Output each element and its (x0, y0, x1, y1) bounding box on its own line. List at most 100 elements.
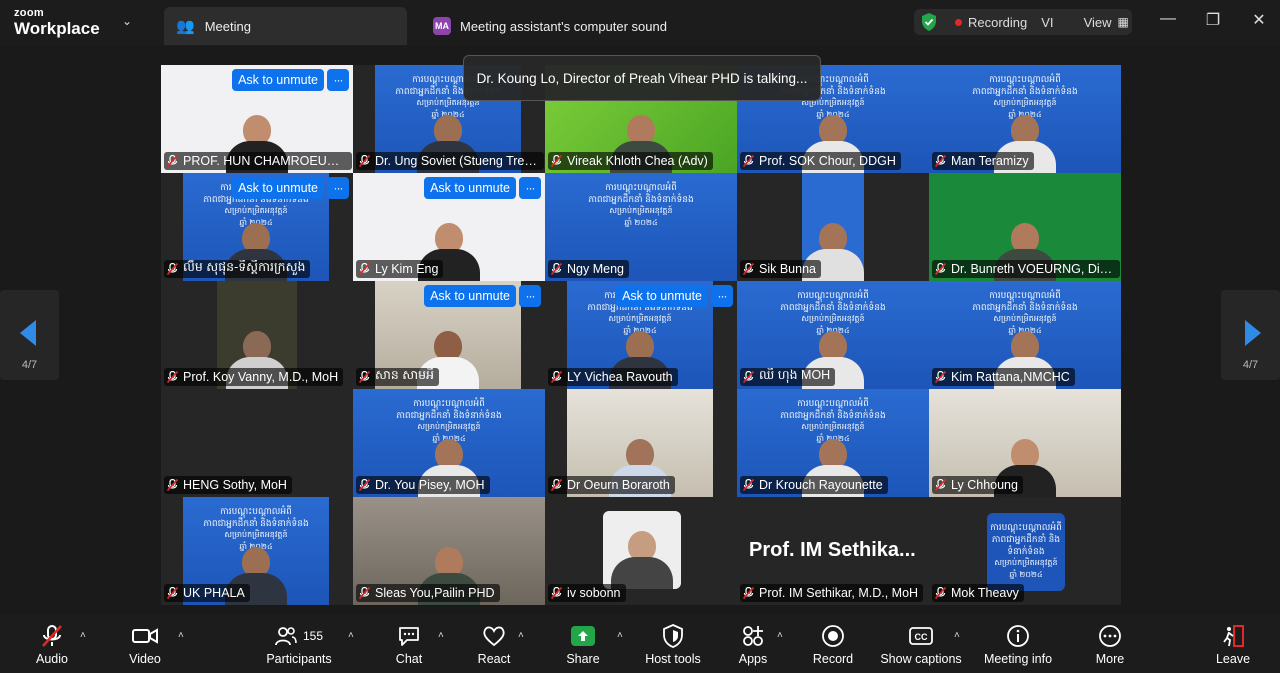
apps-options-chevron-icon[interactable]: ˄ (777, 630, 783, 641)
banner-line-2: ភាពជាអ្នកដឹកនាំ និងទំនាក់ទំនង (203, 518, 309, 528)
tile-more-options-icon[interactable]: ··· (327, 69, 349, 91)
grid-view-icon[interactable]: ▦ (1118, 15, 1129, 29)
participant-tile[interactable]: ការបណ្តុះបណ្តាលអំពីភាពជាអ្នកដឹកនាំ និងទំ… (737, 389, 929, 497)
banner-line-1: ការបណ្តុះបណ្តាលអំពី (797, 398, 869, 408)
participant-name-tag: Dr Oeurn Boraroth (548, 476, 675, 494)
participant-tile[interactable]: Ask to unmute ··· Ly Kim Eng (353, 173, 545, 281)
view-button[interactable]: View (1084, 15, 1112, 30)
meeting-info-button[interactable]: Meeting info (980, 622, 1056, 666)
next-page-button[interactable]: 4/7 (1221, 290, 1280, 380)
video-button[interactable]: Video (121, 622, 169, 666)
page-indicator-right: 4/7 (1242, 359, 1259, 371)
tile-more-options-icon[interactable]: ··· (519, 177, 541, 199)
minimize-icon[interactable]: — (1156, 10, 1180, 28)
participant-name-tag: សាន សាមអី (356, 368, 440, 386)
participant-tile[interactable]: ការបណ្តុះបណ្តាលអំពីភាពជាអ្នកដឹកនាំ និងទំ… (737, 281, 929, 389)
participant-name-tag: iv sobonn (548, 584, 626, 602)
banner-line-2: ភាពជាអ្នកដឹកនាំ និងទំនាក់ទំនង (972, 302, 1078, 312)
shield-check-icon[interactable] (921, 13, 937, 31)
audio-button[interactable]: Audio (28, 622, 76, 666)
share-button[interactable]: Share (561, 622, 605, 666)
video-options-chevron-icon[interactable]: ˄ (178, 630, 184, 641)
chat-button[interactable]: Chat (387, 622, 431, 666)
participant-tile[interactable]: Ask to unmute ··· PROF. HUN CHAMROEUN (... (161, 65, 353, 173)
ask-to-unmute-button[interactable]: Ask to unmute (424, 177, 516, 199)
host-tools-shield-icon (663, 624, 683, 648)
close-icon[interactable]: ✕ (1247, 10, 1271, 30)
participant-tile[interactable]: ការបណ្តុះបណ្តាលអំពីភាពជាអ្នកដឹកនាំ និងទំ… (929, 497, 1121, 605)
participant-name-tag: Ly Kim Eng (356, 260, 444, 278)
react-button[interactable]: React (472, 622, 516, 666)
tab-meeting-assistant[interactable]: MA Meeting assistant's computer sound (420, 7, 840, 45)
ask-to-unmute-button[interactable]: Ask to unmute (232, 177, 324, 199)
participant-tile[interactable]: ការបណ្តុះបណ្តាលអំពីភាពជាអ្នកដឹកនាំ និងទំ… (161, 497, 353, 605)
host-tools-button[interactable]: Host tools (640, 622, 706, 666)
language-indicator[interactable]: VI (1041, 15, 1053, 30)
banner-line-2: ភាពជាអ្នកដឹកនាំ និងទំនាក់ទំនង (972, 86, 1078, 96)
participant-tile[interactable]: Dr. Bunreth VOEURNG, Dire... (929, 173, 1121, 281)
participant-name: Man Teramizy (951, 154, 1029, 168)
tile-more-options-icon[interactable]: ··· (711, 285, 733, 307)
record-icon (822, 625, 844, 647)
participant-tile[interactable]: ការបណ្តុះបណ្តាលអំពីភាពជាអ្នកដឹកនាំ និងទំ… (545, 281, 737, 389)
participant-tile[interactable]: ការបណ្តុះបណ្តាលអំពីភាពជាអ្នកដឹកនាំ និងទំ… (161, 173, 353, 281)
share-options-chevron-icon[interactable]: ˄ (617, 630, 623, 641)
record-button[interactable]: Record (810, 622, 856, 666)
participant-name-tag: UK PHALA (164, 584, 250, 602)
participant-display-name: Prof. IM Sethika... (749, 539, 916, 561)
arrow-right-icon (1245, 320, 1261, 346)
leave-button[interactable]: Leave (1211, 622, 1255, 666)
mic-muted-icon (551, 263, 567, 275)
participants-button[interactable]: 155 Participants (262, 622, 336, 666)
participant-tile[interactable]: iv sobonn (545, 497, 737, 605)
mic-muted-icon (743, 587, 759, 599)
title-bar: zoom Workplace ⌄ 👥 Meeting MA Meeting as… (0, 0, 1280, 46)
chat-options-chevron-icon[interactable]: ˄ (438, 630, 444, 641)
restore-icon[interactable]: ❐ (1201, 10, 1225, 30)
banner-line-3: សម្រាប់កម្រិតអនុវត្តន៍ (609, 206, 673, 215)
participant-tile[interactable]: HENG Sothy, MoH (161, 389, 353, 497)
recording-label[interactable]: Recording (968, 15, 1027, 30)
participant-tile[interactable]: ការបណ្តុះបណ្តាលអំពីភាពជាអ្នកដឹកនាំ និងទំ… (545, 173, 737, 281)
audio-options-chevron-icon[interactable]: ˄ (80, 630, 86, 641)
banner-line-4: ឆ្នាំ ២០២៤ (1009, 570, 1043, 579)
participant-name: Sik Bunna (759, 262, 816, 276)
participants-count: 155 (302, 629, 324, 643)
banner-line-3: សម្រាប់កម្រិតអនុវត្តន៍ (993, 314, 1057, 323)
participants-options-chevron-icon[interactable]: ˄ (348, 630, 354, 641)
react-options-chevron-icon[interactable]: ˄ (518, 630, 524, 641)
captions-options-chevron-icon[interactable]: ˄ (954, 630, 960, 641)
training-banner: ការបណ្តុះបណ្តាលអំពីភាពជាអ្នកដឹកនាំ និងទំ… (353, 397, 545, 445)
chevron-down-icon[interactable]: ⌄ (122, 14, 132, 28)
more-button[interactable]: More (1088, 622, 1132, 666)
participant-tile[interactable]: Dr Oeurn Boraroth (545, 389, 737, 497)
participant-name: UK PHALA (183, 586, 245, 600)
participant-name-tag: Vireak Khloth Chea (Adv) (548, 152, 713, 170)
show-captions-button[interactable]: CC Show captions (878, 622, 964, 666)
ask-to-unmute-button[interactable]: Ask to unmute (424, 285, 516, 307)
tile-more-options-icon[interactable]: ··· (327, 177, 349, 199)
tab-meeting[interactable]: 👥 Meeting (164, 7, 407, 45)
banner-line-3: សម្រាប់កម្រិតអនុវត្តន៍ (224, 206, 288, 215)
participant-name-tag: Prof. IM Sethikar, M.D., MoH (740, 584, 924, 602)
participant-tile[interactable]: ការបណ្តុះបណ្តាលអំពីភាពជាអ្នកដឹកនាំ និងទំ… (929, 65, 1121, 173)
apps-button[interactable]: Apps (731, 622, 775, 666)
participant-tile[interactable]: Ly Chhoung (929, 389, 1121, 497)
participant-tile[interactable]: Prof. IM Sethika... Prof. IM Sethikar, M.… (737, 497, 929, 605)
mic-muted-icon (935, 371, 951, 383)
participant-tile[interactable]: ការបណ្តុះបណ្តាលអំពីភាពជាអ្នកដឹកនាំ និងទំ… (929, 281, 1121, 389)
brand-top: zoom (14, 7, 44, 19)
participant-tile[interactable]: Ask to unmute ··· សាន សាមអី (353, 281, 545, 389)
participant-tile[interactable]: Prof. Koy Vanny, M.D., MoH (161, 281, 353, 389)
recording-dot-icon (955, 18, 962, 26)
info-icon (1007, 625, 1029, 647)
training-banner: ការបណ្តុះបណ្តាលអំពីភាពជាអ្នកដឹកនាំ និងទំ… (183, 505, 329, 553)
ask-to-unmute-button[interactable]: Ask to unmute (232, 69, 324, 91)
participant-tile[interactable]: Sik Bunna (737, 173, 929, 281)
mic-muted-icon (935, 479, 951, 491)
ask-to-unmute-button[interactable]: Ask to unmute (616, 285, 708, 307)
participant-tile[interactable]: Sleas You,Pailin PHD (353, 497, 545, 605)
tile-more-options-icon[interactable]: ··· (519, 285, 541, 307)
participant-tile[interactable]: ការបណ្តុះបណ្តាលអំពីភាពជាអ្នកដឹកនាំ និងទំ… (353, 389, 545, 497)
previous-page-button[interactable]: 4/7 (0, 290, 59, 380)
